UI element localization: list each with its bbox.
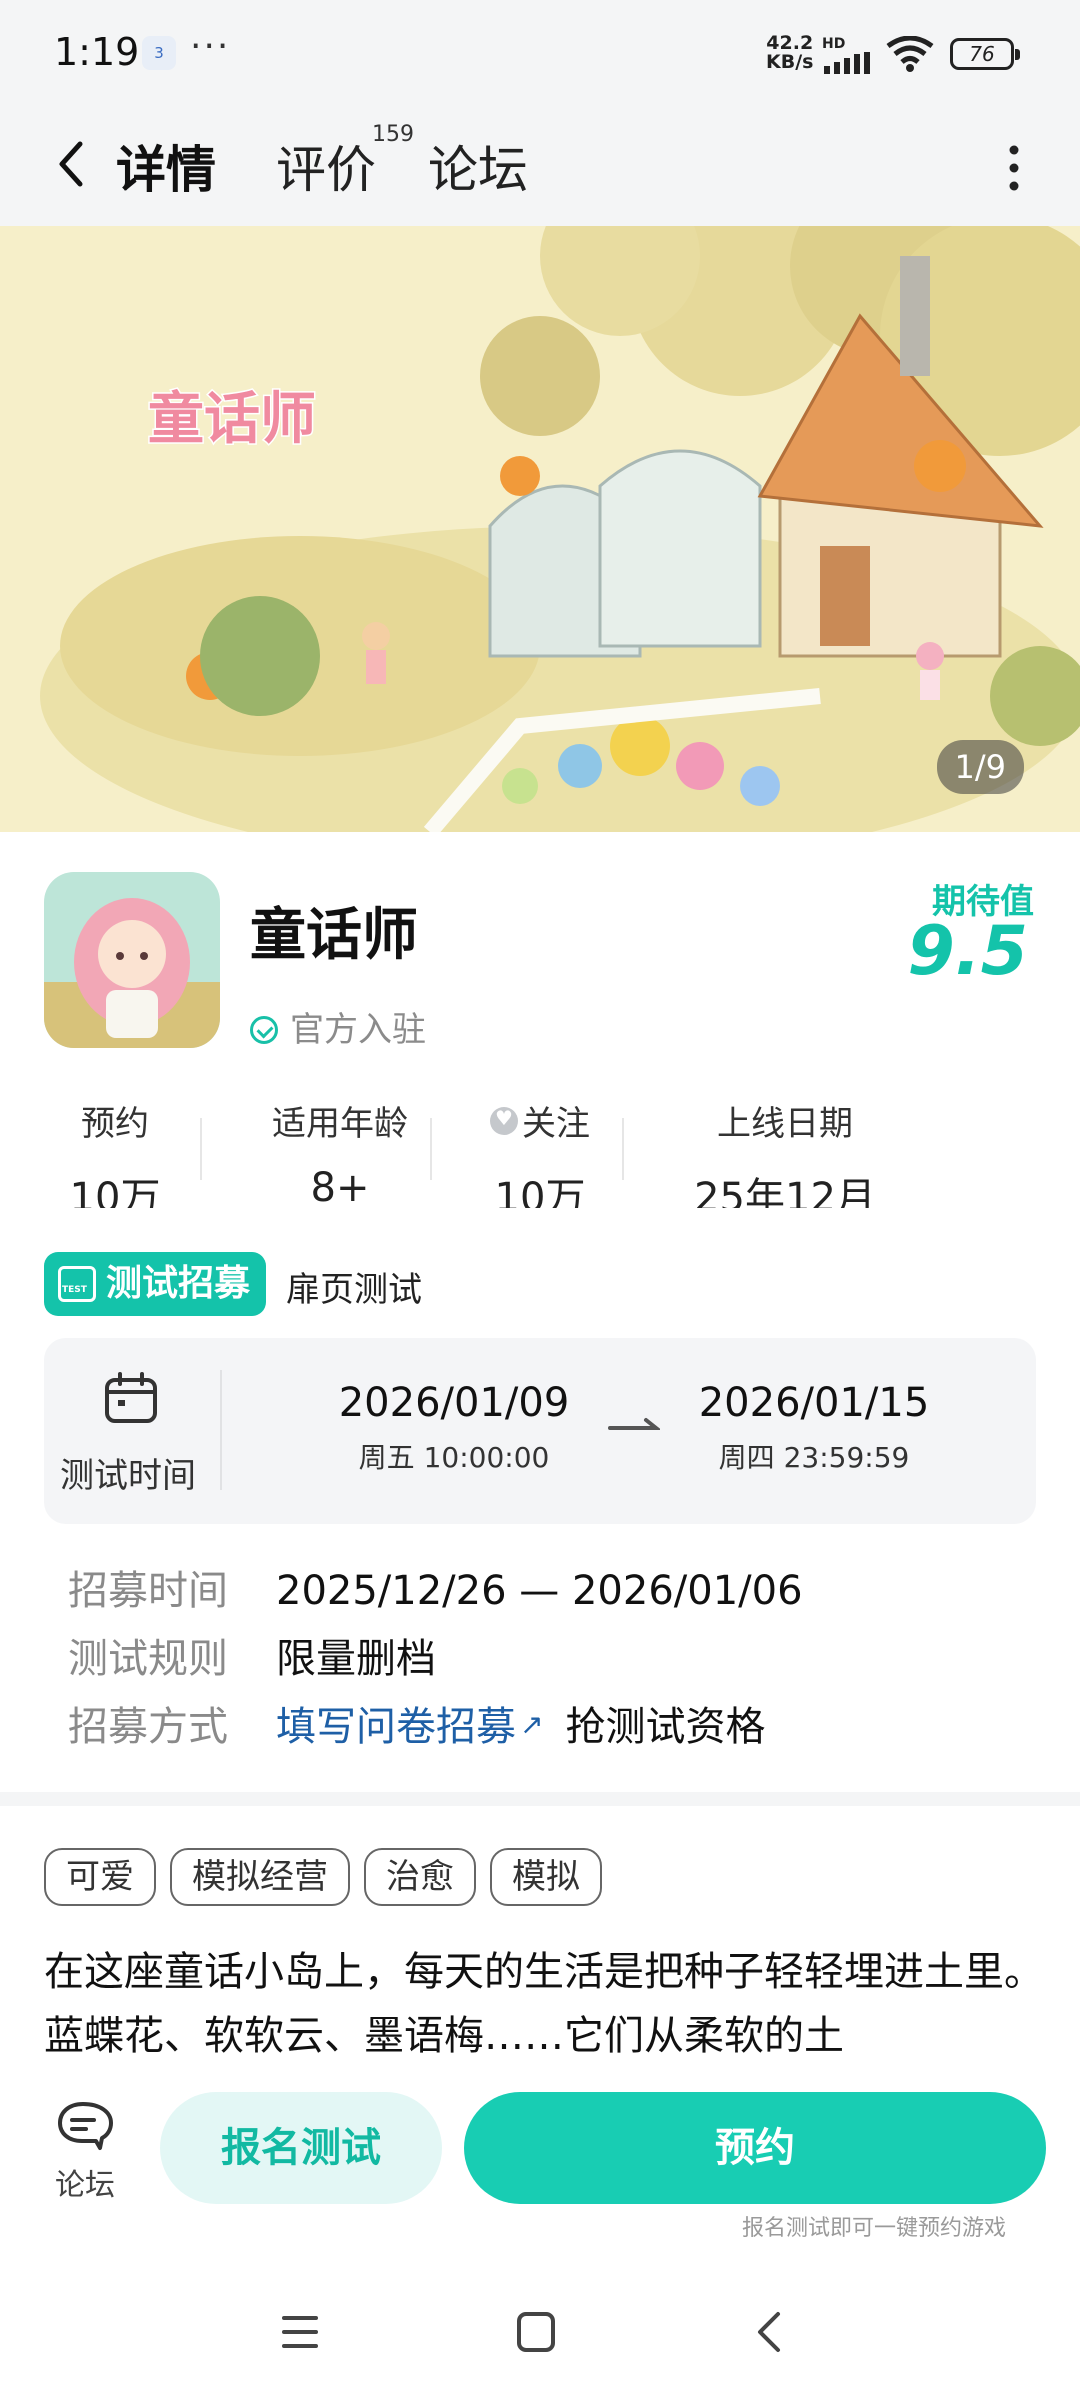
test-start-time: 周五 10:00:00 <box>358 1441 550 1474</box>
banner-illustration: 童话师 <box>0 226 1080 832</box>
recruit-time-row: 招募时间 2025/12/26 — 2026/01/06 <box>68 1558 803 1616</box>
status-bar: 1:19 3 ··· 42.2 KB/s HD 76 <box>0 0 1080 108</box>
calendar-icon <box>105 1372 157 1423</box>
test-end-time: 周四 23:59:59 <box>718 1441 910 1474</box>
banner-logo-text: 童话师 <box>148 387 316 450</box>
external-link-icon[interactable]: ↗ <box>520 1708 543 1741</box>
more-options-icon[interactable] <box>1000 138 1028 198</box>
arrow-right-icon <box>608 1418 660 1430</box>
screenshot-carousel[interactable]: 童话师 1/9 <box>0 226 1080 832</box>
test-recruit-tag: 测试招募 <box>44 1252 266 1316</box>
expectation-score: 9.5 <box>907 912 1028 991</box>
signal-icon <box>824 52 870 74</box>
home-icon[interactable] <box>505 2302 565 2362</box>
reserve-hint: 报名测试即可一键预约游戏 <box>741 2216 1006 2241</box>
test-time-label: 测试时间 <box>60 1456 196 1496</box>
tag-chip[interactable]: 治愈 <box>364 1848 476 1906</box>
stat-label: 上线日期 <box>717 1104 853 1144</box>
notification-icon: 3 <box>142 36 176 70</box>
tag-chip[interactable]: 可爱 <box>44 1848 156 1906</box>
stat-label: 适用年龄 <box>272 1104 408 1144</box>
recruit-method-row: 招募方式 填写问卷招募 ↗ 抢测试资格 <box>68 1694 765 1752</box>
system-navigation-bar <box>0 2248 1080 2400</box>
official-badge: 官方入驻 <box>250 1002 426 1051</box>
test-start-date: 2026/01/09 <box>338 1380 570 1426</box>
questionnaire-link[interactable]: 填写问卷招募 <box>276 1704 516 1750</box>
tab-reviews[interactable]: 评价 <box>276 130 376 202</box>
divider <box>430 1118 432 1180</box>
stat-value: 10万 <box>494 1175 586 1208</box>
app-icon <box>44 872 220 1048</box>
wifi-icon <box>886 36 934 72</box>
game-description[interactable]: 在这座童话小岛上，每天的生活是把种子轻轻埋进土里。 蓝蝶花、软软云、墨语梅……它… <box>44 1940 1044 2070</box>
test-rules-value: 限量删档 <box>276 1636 436 1682</box>
back-icon[interactable] <box>740 2302 800 2362</box>
heart-icon <box>490 1106 518 1135</box>
signup-test-button[interactable]: 报名测试 <box>160 2092 442 2204</box>
network-speed: 42.2 KB/s <box>766 34 813 72</box>
reserve-button[interactable]: 预约 <box>464 2092 1046 2204</box>
stat-value: 8+ <box>310 1165 370 1208</box>
stats-row: 预约 10万 适用年龄 8+ 关注 10万 上线日期 25年12月 <box>30 1096 1040 1208</box>
recruit-method-value: 抢测试资格 <box>565 1704 766 1750</box>
stat-value: 25年12月 <box>694 1175 876 1208</box>
divider <box>200 1118 202 1180</box>
test-type: 扉页测试 <box>286 1270 422 1310</box>
menu-icon[interactable] <box>270 2302 330 2362</box>
recruit-time-value: 2025/12/26 — 2026/01/06 <box>276 1568 803 1614</box>
more-notifications-icon: ··· <box>190 26 231 67</box>
back-arrow-icon[interactable] <box>44 134 104 194</box>
section-divider <box>0 1792 1080 1806</box>
stat-label: 关注 <box>450 1096 630 1145</box>
battery-icon: 76 <box>950 38 1020 70</box>
test-start: 2026/01/09 周五 10:00:00 <box>324 1380 584 1476</box>
test-icon <box>58 1266 96 1302</box>
official-label: 官方入驻 <box>290 1010 426 1050</box>
tab-details-label: 详情 <box>116 141 216 199</box>
test-recruit-label: 测试招募 <box>106 1263 251 1304</box>
stat-release-date: 上线日期 25年12月 <box>650 1096 920 1208</box>
status-time: 1:19 <box>54 30 140 74</box>
tag-list: 可爱 模拟经营 治愈 模拟 <box>44 1848 616 1906</box>
verified-check-icon <box>250 1016 278 1044</box>
recruit-time-key: 招募时间 <box>68 1568 228 1614</box>
recruit-method-key: 招募方式 <box>68 1704 228 1750</box>
forum-chat-icon <box>58 2102 113 2150</box>
test-end: 2026/01/15 周四 23:59:59 <box>684 1380 944 1476</box>
app-title: 童话师 <box>250 903 418 968</box>
test-time-card: 测试时间 2026/01/09 周五 10:00:00 2026/01/15 周… <box>44 1338 1036 1524</box>
bottom-action-bar: 论坛 报名测试 预约 报名测试即可一键预约游戏 <box>0 2072 1080 2248</box>
network-speed-unit: KB/s <box>766 51 814 73</box>
stat-age-rating: 适用年龄 8+ <box>230 1096 450 1208</box>
test-rules-key: 测试规则 <box>68 1636 228 1682</box>
test-end-date: 2026/01/15 <box>698 1380 930 1426</box>
tab-details[interactable]: 详情 <box>112 130 220 204</box>
reviews-count-badge: 159 <box>372 122 414 147</box>
forum-button[interactable]: 论坛 <box>40 2100 130 2204</box>
test-rules-row: 测试规则 限量删档 <box>68 1626 436 1684</box>
forum-label: 论坛 <box>55 2168 115 2203</box>
divider <box>220 1370 222 1490</box>
tag-chip[interactable]: 模拟经营 <box>170 1848 350 1906</box>
tab-forum[interactable]: 论坛 <box>428 130 528 202</box>
stat-reservations: 预约 10万 <box>50 1096 180 1208</box>
carousel-page-indicator: 1/9 <box>936 740 1024 794</box>
network-type: HD <box>822 36 846 52</box>
stat-value: 10万 <box>69 1175 161 1208</box>
stat-label: 预约 <box>81 1104 149 1144</box>
tag-chip[interactable]: 模拟 <box>490 1848 602 1906</box>
stat-follows[interactable]: 关注 10万 <box>450 1096 630 1208</box>
divider <box>622 1118 624 1180</box>
top-navigation: 详情 评价 159 论坛 <box>0 108 1080 226</box>
